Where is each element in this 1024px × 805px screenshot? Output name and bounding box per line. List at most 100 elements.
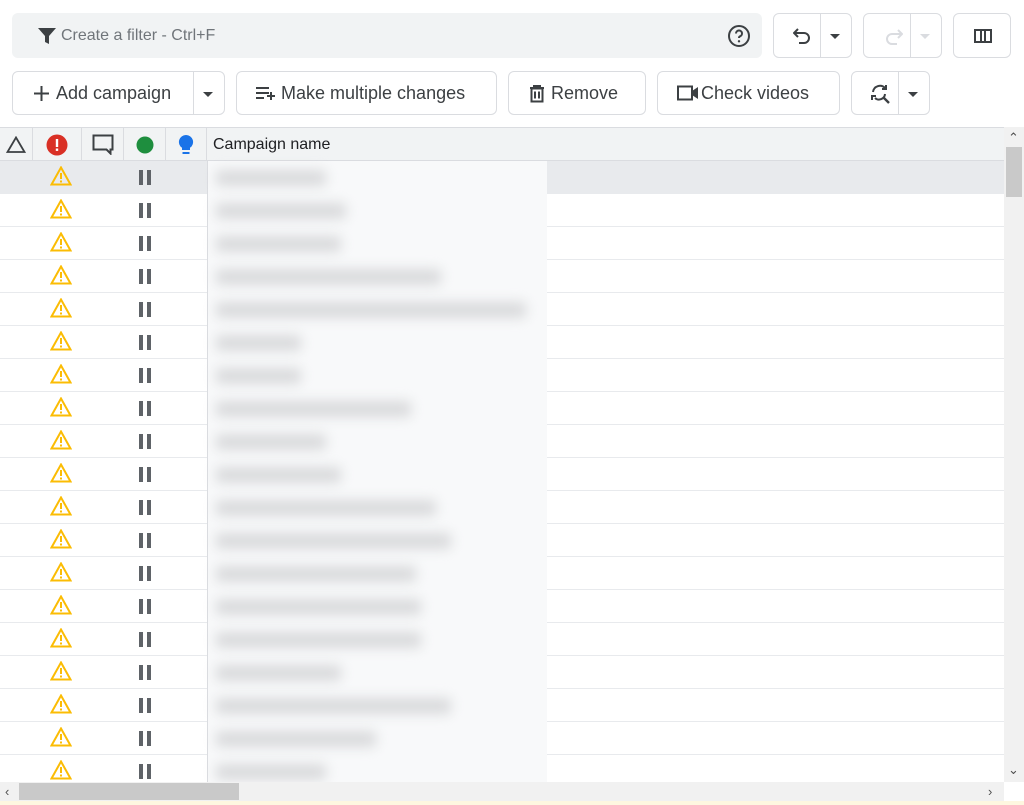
- paused-icon[interactable]: [139, 731, 151, 746]
- paused-icon[interactable]: [139, 335, 151, 350]
- check-videos-label: Check videos: [701, 82, 810, 103]
- paused-icon[interactable]: [139, 665, 151, 680]
- paused-icon[interactable]: [139, 434, 151, 449]
- columns-icon: [974, 29, 992, 43]
- paused-icon[interactable]: [139, 236, 151, 251]
- horizontal-scroll-thumb[interactable]: [19, 783, 239, 800]
- triangle-icon: [6, 136, 26, 153]
- campaign-name-blurred[interactable]: [216, 434, 326, 450]
- redo-icon[interactable]: [883, 28, 903, 46]
- undo-dropdown-icon[interactable]: [829, 33, 841, 40]
- divider: [193, 72, 194, 114]
- scroll-down-icon[interactable]: ⌄: [1008, 763, 1019, 776]
- warning-icon[interactable]: [50, 265, 72, 285]
- campaign-name-blurred[interactable]: [216, 698, 451, 714]
- campaign-name-blurred[interactable]: [216, 566, 416, 582]
- paused-icon[interactable]: [139, 269, 151, 284]
- trash-icon: [530, 84, 544, 102]
- paused-icon[interactable]: [139, 170, 151, 185]
- refresh-dropdown-icon[interactable]: [907, 91, 919, 98]
- divider: [820, 14, 821, 57]
- redo-dropdown-icon[interactable]: [919, 33, 931, 40]
- warning-icon[interactable]: [50, 595, 72, 615]
- paused-icon[interactable]: [139, 698, 151, 713]
- columns-button[interactable]: [953, 13, 1011, 58]
- filter-bar[interactable]: [12, 13, 762, 58]
- campaign-name-blurred[interactable]: [216, 467, 341, 483]
- warning-icon[interactable]: [50, 496, 72, 516]
- remove-button[interactable]: Remove: [508, 71, 646, 115]
- warning-icon[interactable]: [50, 661, 72, 681]
- bulk-edit-icon: [256, 87, 275, 100]
- header-recommendations[interactable]: [166, 128, 207, 161]
- filter-input[interactable]: [61, 23, 701, 49]
- campaign-name-blurred[interactable]: [216, 269, 441, 285]
- campaign-name-blurred[interactable]: [216, 599, 421, 615]
- paused-icon[interactable]: [139, 401, 151, 416]
- paused-icon[interactable]: [139, 566, 151, 581]
- warning-icon[interactable]: [50, 364, 72, 384]
- campaign-name-blurred[interactable]: [216, 170, 326, 186]
- bottom-strip: [0, 801, 1024, 805]
- campaign-name-blurred[interactable]: [216, 368, 301, 384]
- scroll-right-icon[interactable]: ›: [988, 785, 992, 798]
- warning-icon[interactable]: [50, 760, 72, 780]
- horizontal-scrollbar[interactable]: ‹ ›: [0, 782, 1004, 801]
- warning-icon[interactable]: [50, 694, 72, 714]
- campaign-name-blurred[interactable]: [216, 632, 421, 648]
- campaign-name-blurred[interactable]: [216, 764, 326, 780]
- check-videos-button[interactable]: Check videos: [657, 71, 840, 115]
- add-campaign-button[interactable]: Add campaign: [13, 72, 193, 114]
- campaign-name-blurred[interactable]: [216, 731, 376, 747]
- vertical-scroll-thumb[interactable]: [1006, 147, 1022, 197]
- header-status[interactable]: [124, 128, 166, 161]
- campaign-name-blurred[interactable]: [216, 401, 411, 417]
- warning-icon[interactable]: [50, 529, 72, 549]
- paused-icon[interactable]: [139, 599, 151, 614]
- scroll-up-icon[interactable]: ⌃: [1008, 131, 1019, 144]
- divider: [910, 14, 911, 57]
- campaign-name-blurred[interactable]: [216, 500, 436, 516]
- campaign-name-blurred[interactable]: [216, 335, 301, 351]
- paused-icon[interactable]: [139, 467, 151, 482]
- paused-icon[interactable]: [139, 203, 151, 218]
- undo-icon[interactable]: [793, 27, 813, 45]
- grid-header: Campaign name: [0, 127, 1004, 161]
- paused-icon[interactable]: [139, 302, 151, 317]
- warning-icon[interactable]: [50, 166, 72, 186]
- paused-icon[interactable]: [139, 764, 151, 779]
- warning-icon[interactable]: [50, 199, 72, 219]
- header-errors[interactable]: [33, 128, 82, 161]
- warning-icon[interactable]: [50, 397, 72, 417]
- paused-icon[interactable]: [139, 533, 151, 548]
- header-comments[interactable]: [82, 128, 124, 161]
- campaign-name-blurred[interactable]: [216, 236, 341, 252]
- warning-icon[interactable]: [50, 463, 72, 483]
- refresh-search-icon[interactable]: [869, 82, 893, 106]
- vertical-scrollbar[interactable]: ⌃ ⌄: [1004, 127, 1024, 782]
- scroll-left-icon[interactable]: ‹: [5, 785, 9, 798]
- paused-icon[interactable]: [139, 632, 151, 647]
- warning-icon[interactable]: [50, 298, 72, 318]
- campaign-name-blurred[interactable]: [216, 533, 451, 549]
- warning-icon[interactable]: [50, 430, 72, 450]
- redo-button-group: [863, 13, 942, 58]
- campaign-name-blurred[interactable]: [216, 665, 341, 681]
- header-notifications[interactable]: [0, 128, 33, 161]
- help-icon[interactable]: [727, 24, 751, 48]
- warning-icon[interactable]: [50, 232, 72, 252]
- campaign-name-blurred[interactable]: [216, 302, 526, 318]
- make-multiple-changes-button[interactable]: Make multiple changes: [236, 71, 497, 115]
- make-multiple-changes-label: Make multiple changes: [281, 82, 466, 103]
- warning-icon[interactable]: [50, 727, 72, 747]
- paused-icon[interactable]: [139, 500, 151, 515]
- add-campaign-dropdown-icon[interactable]: [202, 91, 214, 98]
- header-campaign-name[interactable]: Campaign name: [213, 136, 330, 154]
- warning-icon[interactable]: [50, 562, 72, 582]
- warning-icon[interactable]: [50, 628, 72, 648]
- status-dot-icon: [136, 136, 153, 153]
- filter-icon: [38, 28, 56, 44]
- campaign-name-blurred[interactable]: [216, 203, 346, 219]
- warning-icon[interactable]: [50, 331, 72, 351]
- paused-icon[interactable]: [139, 368, 151, 383]
